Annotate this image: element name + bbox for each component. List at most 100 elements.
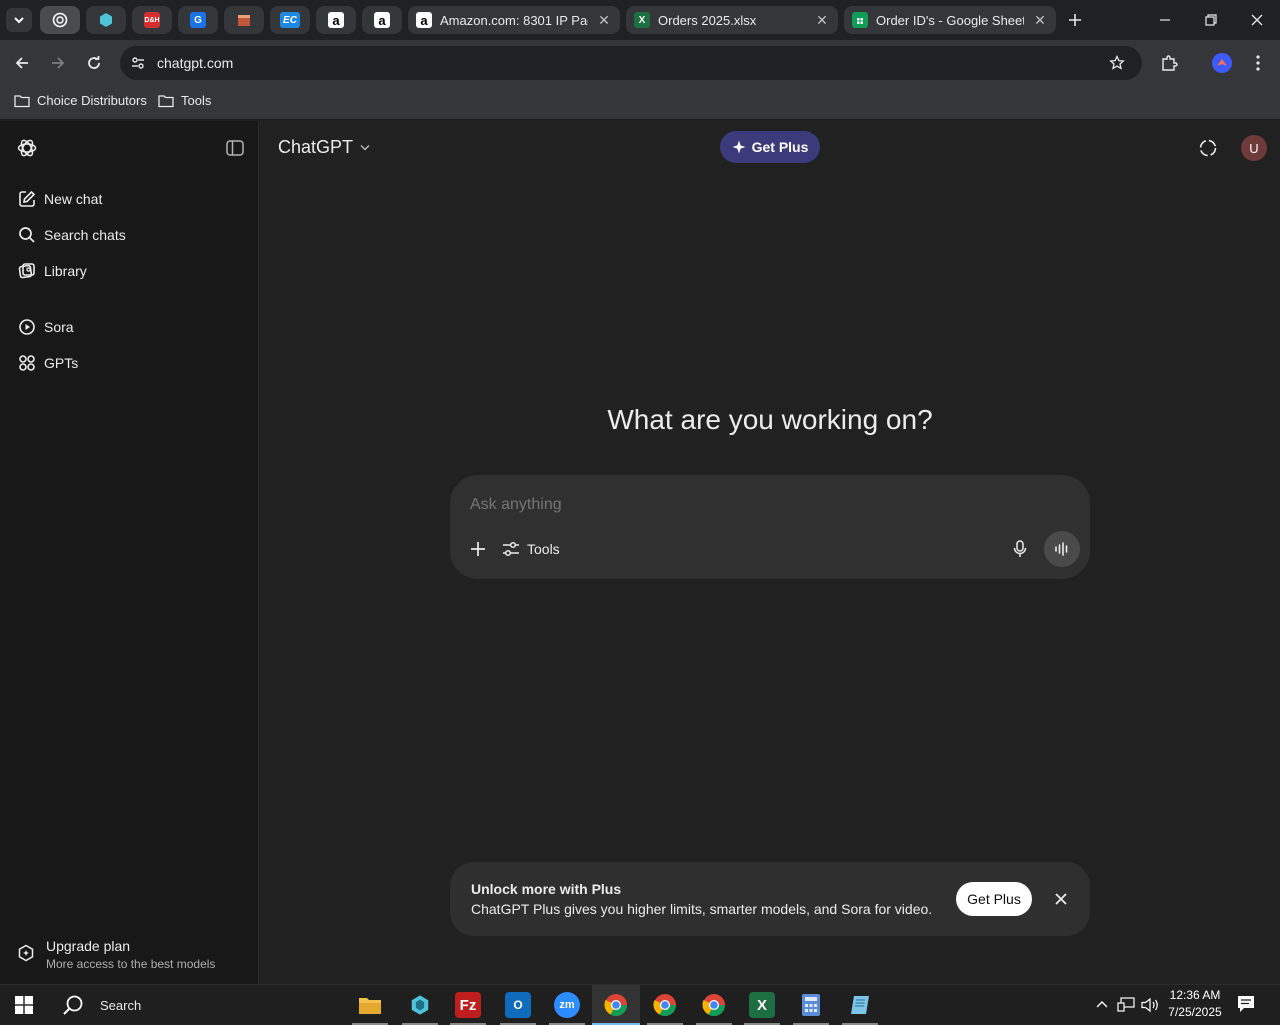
chevron-down-icon (360, 144, 370, 151)
profile-avatar (1212, 53, 1232, 73)
sidebar-item-sora[interactable]: Sora (8, 311, 248, 343)
sliders-icon (503, 541, 519, 557)
prompt-input[interactable] (470, 491, 1070, 519)
minimize-button[interactable] (1142, 0, 1188, 40)
edit-icon (19, 190, 36, 207)
chrome-icon (702, 994, 725, 1016)
start-button[interactable] (0, 985, 48, 1025)
sidebar-item-search-chats[interactable]: Search chats (8, 219, 248, 251)
notifications-button[interactable] (1236, 994, 1258, 1016)
address-bar[interactable]: chatgpt.com (120, 46, 1142, 80)
taskbar-chrome-1[interactable] (592, 985, 640, 1025)
site-settings-icon[interactable] (130, 55, 146, 71)
user-avatar[interactable]: U (1241, 135, 1267, 161)
close-icon[interactable]: ✕ (814, 12, 830, 29)
dictate-button[interactable] (1008, 537, 1032, 561)
windows-taskbar: Search Fz O zm X 12:36 AM 7/25/2025 (0, 984, 1280, 1025)
taskbar-excel[interactable]: X (738, 985, 786, 1025)
new-tab-button[interactable] (1052, 0, 1098, 40)
bookmark-label: Tools (181, 93, 212, 108)
bookmark-folder-choice-distributors[interactable]: Choice Distributors (14, 93, 147, 108)
dashed-circle-icon (1199, 139, 1217, 157)
taskbar-chrome-3[interactable] (690, 985, 738, 1025)
taskbar-notepad[interactable] (836, 985, 884, 1025)
pinned-tab-g-app[interactable]: G (178, 6, 218, 34)
search-icon (19, 227, 35, 243)
close-icon[interactable]: ✕ (1032, 12, 1048, 29)
model-selector[interactable]: ChatGPT (270, 133, 379, 161)
profile-button[interactable] (1208, 49, 1236, 77)
temporary-chat-button[interactable] (1194, 135, 1222, 161)
add-attachment-button[interactable] (466, 537, 490, 561)
pinned-tab-amazon-2[interactable]: a (362, 6, 402, 34)
taskbar-file-explorer[interactable] (346, 985, 394, 1025)
grid-icon (19, 355, 35, 371)
sidebar-item-label: Sora (44, 319, 74, 335)
taskbar-chrome-2[interactable] (641, 985, 689, 1025)
taskbar-zoom[interactable]: zm (543, 985, 591, 1025)
tab-title: Amazon.com: 8301 IP Pagin (440, 12, 588, 28)
sidebar-item-gpts[interactable]: GPTs (8, 347, 248, 379)
amazon-icon: a (374, 12, 390, 28)
close-window-button[interactable] (1234, 0, 1280, 40)
tab-search-button[interactable] (6, 8, 32, 32)
tab-amazon[interactable]: a Amazon.com: 8301 IP Pagin ✕ (408, 6, 620, 34)
pinned-tab-box[interactable] (224, 6, 264, 34)
banner-text: ChatGPT Plus gives you higher limits, sm… (471, 901, 933, 917)
show-hidden-icons-button[interactable] (1094, 997, 1110, 1013)
pinned-tab-amazon-1[interactable]: a (316, 6, 356, 34)
clock[interactable]: 12:36 AM 7/25/2025 (1164, 987, 1226, 1023)
back-button[interactable] (8, 49, 36, 77)
plus-icon (1069, 14, 1081, 26)
get-plus-label: Get Plus (751, 139, 809, 155)
upgrade-plan-button[interactable]: Upgrade plan More access to the best mod… (8, 929, 250, 975)
extensions-button[interactable] (1155, 49, 1183, 77)
notification-icon (1238, 996, 1254, 1012)
tools-label: Tools (527, 541, 560, 557)
sidebar-item-label: GPTs (44, 355, 79, 371)
box-icon (238, 15, 250, 26)
close-icon[interactable]: ✕ (596, 12, 612, 29)
close-sidebar-button[interactable] (222, 135, 248, 161)
openai-logo-icon (17, 139, 37, 157)
pinned-tab-hex-app[interactable] (86, 6, 126, 34)
amazon-icon: a (416, 12, 432, 28)
taskbar-search[interactable]: Search (50, 985, 350, 1025)
url-text: chatgpt.com (157, 55, 234, 71)
taskbar-filezilla[interactable]: Fz (444, 985, 492, 1025)
sheets-icon (852, 12, 868, 28)
bookmark-star-icon[interactable] (1109, 55, 1125, 71)
sidebar-item-library[interactable]: Library (8, 255, 248, 287)
get-plus-header-button[interactable]: Get Plus (720, 131, 820, 163)
sidebar-item-new-chat[interactable]: New chat (8, 183, 248, 215)
folder-icon (14, 94, 30, 107)
chatgpt-logo[interactable] (14, 135, 40, 161)
arrow-right-icon (52, 57, 65, 69)
network-icon[interactable] (1117, 997, 1135, 1013)
browser-menu-button[interactable] (1244, 49, 1272, 77)
folder-icon (158, 94, 174, 107)
taskbar-hex-app[interactable] (396, 985, 444, 1025)
taskbar-calculator[interactable] (787, 985, 835, 1025)
banner-get-plus-button[interactable]: Get Plus (956, 882, 1032, 916)
upgrade-subtitle: More access to the best models (46, 957, 216, 971)
tab-order-ids-sheet[interactable]: Order ID's - Google Sheets ✕ (844, 6, 1056, 34)
pinned-tab-chatgpt[interactable] (40, 6, 80, 34)
tools-button[interactable]: Tools (502, 537, 560, 561)
hex-app-icon (411, 995, 429, 1015)
pinned-tab-ec[interactable]: EC (270, 6, 310, 34)
reload-button[interactable] (80, 49, 108, 77)
tab-orders-xlsx[interactable]: X Orders 2025.xlsx ✕ (626, 6, 838, 34)
volume-icon[interactable] (1141, 997, 1161, 1013)
taskbar-outlook[interactable]: O (494, 985, 542, 1025)
voice-mode-button[interactable] (1044, 531, 1080, 567)
tab-strip: D&H G EC a a a Amazon.com: 8301 IP Pagin… (0, 0, 1280, 40)
puzzle-icon (1162, 55, 1178, 71)
windows-logo-icon (15, 996, 33, 1014)
restore-button[interactable] (1188, 0, 1234, 40)
bookmark-folder-tools[interactable]: Tools (158, 93, 211, 108)
bird-icon (1217, 59, 1227, 66)
forward-button[interactable] (44, 49, 72, 77)
pinned-tab-dh[interactable]: D&H (132, 6, 172, 34)
dismiss-banner-button[interactable] (1050, 888, 1072, 910)
